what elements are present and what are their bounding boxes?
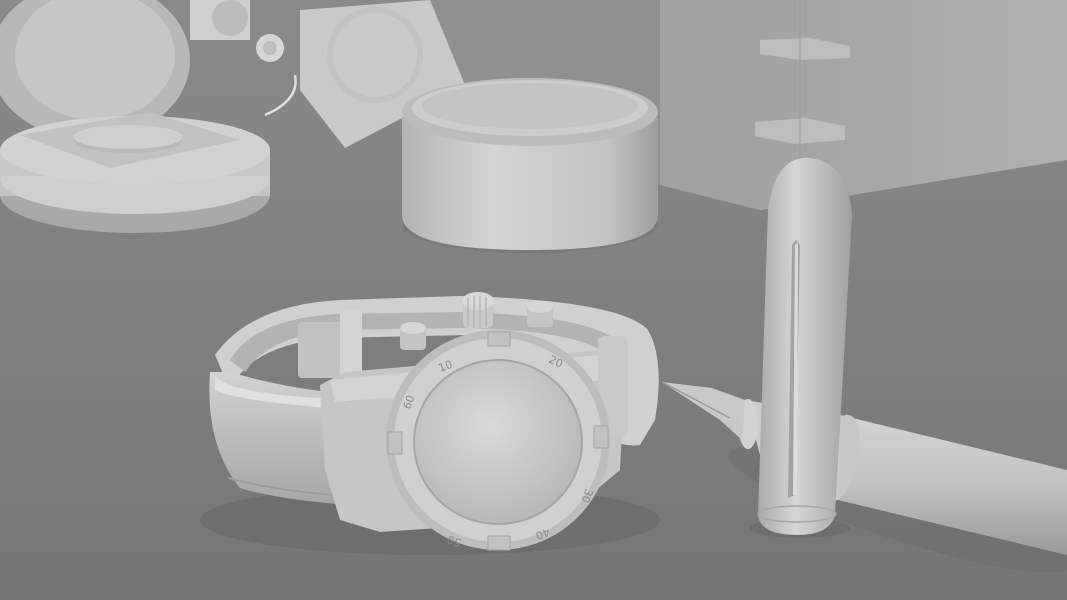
- watch-pusher-right: [527, 301, 553, 327]
- watch-crown: [462, 292, 494, 328]
- watch-pusher-left: [400, 322, 426, 350]
- strap-keeper: [298, 322, 346, 378]
- cylinder-box: [402, 78, 658, 253]
- render-scene: 10 20 30 40 50 60: [0, 0, 1067, 600]
- watch-caseback: [413, 359, 583, 525]
- wristwatch: 10 20 30 40 50 60: [200, 292, 660, 555]
